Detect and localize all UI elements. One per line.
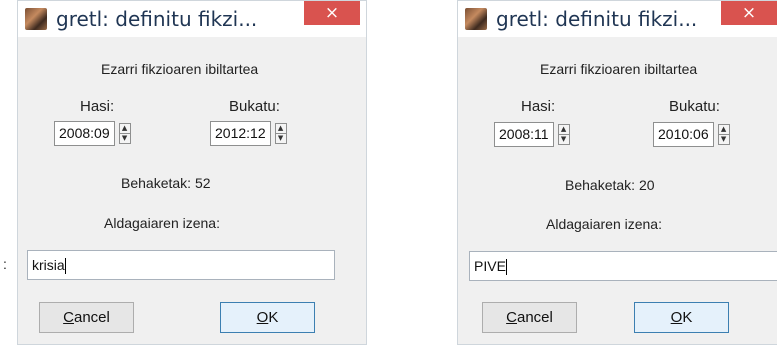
spin-down-icon[interactable]: ▼ <box>558 134 569 144</box>
text-caret <box>505 259 507 276</box>
gretl-app-icon <box>465 8 487 30</box>
spin-up-icon[interactable]: ▲ <box>559 125 569 134</box>
gretl-app-icon <box>25 8 47 30</box>
variable-name-value: PIVE <box>474 258 506 274</box>
end-label: Bukatu: <box>669 98 720 115</box>
cancel-label: ancel <box>516 309 553 326</box>
dialog-heading: Ezarri fikzioaren ibiltartea <box>101 61 259 77</box>
spin-up-icon[interactable]: ▲ <box>719 125 729 134</box>
title-bar: gretl: definitu fikzi... × <box>18 1 366 37</box>
end-spinner[interactable]: 2010:06 ▲ ▼ <box>653 122 730 147</box>
spin-down-icon[interactable]: ▼ <box>119 133 130 143</box>
title-bar: gretl: definitu fikzi... × <box>458 1 777 37</box>
cancel-label: ancel <box>73 309 110 326</box>
ok-label: K <box>682 309 693 326</box>
ok-accelerator: O <box>256 309 269 326</box>
close-button[interactable]: × <box>721 1 777 25</box>
variable-name-input[interactable]: krisia <box>27 250 335 280</box>
start-spinner[interactable]: 2008:09 ▲ ▼ <box>54 121 131 146</box>
observations-count: Behaketak: 52 <box>121 175 211 191</box>
spin-down-icon[interactable]: ▼ <box>275 133 286 143</box>
close-button[interactable]: × <box>304 1 360 25</box>
start-date-field[interactable]: 2008:11 <box>494 122 554 147</box>
cancel-accelerator: C <box>506 309 517 326</box>
stray-colon: : <box>3 256 7 272</box>
spin-up-icon[interactable]: ▲ <box>120 124 130 133</box>
dialog-heading: Ezarri fikzioaren ibiltartea <box>540 61 698 77</box>
ok-label: K <box>268 309 279 326</box>
sample-range-dialog-left: gretl: definitu fikzi... × Ezarri fikzio… <box>17 0 367 345</box>
spin-down-icon[interactable]: ▼ <box>718 134 729 144</box>
start-spin-buttons[interactable]: ▲ ▼ <box>118 123 131 144</box>
text-caret <box>64 258 66 275</box>
window-title: gretl: definitu fikzi... <box>56 7 258 31</box>
start-spin-buttons[interactable]: ▲ ▼ <box>557 124 570 145</box>
start-date-field[interactable]: 2008:09 <box>54 121 115 146</box>
variable-name-label: Aldagaiaren izena: <box>546 216 662 232</box>
end-date-field[interactable]: 2012:12 <box>210 121 271 146</box>
start-label: Hasi: <box>80 98 115 115</box>
window-title: gretl: definitu fikzi... <box>496 7 698 31</box>
end-spinner[interactable]: 2012:12 ▲ ▼ <box>210 121 287 146</box>
variable-name-value: krisia <box>32 257 65 273</box>
ok-button[interactable]: OK <box>634 302 729 333</box>
variable-name-label: Aldagaiaren izena: <box>104 215 220 231</box>
cancel-button[interactable]: Cancel <box>482 302 577 333</box>
end-spin-buttons[interactable]: ▲ ▼ <box>274 123 287 144</box>
cancel-button[interactable]: Cancel <box>39 302 134 333</box>
cancel-accelerator: C <box>63 309 74 326</box>
end-date-field[interactable]: 2010:06 <box>653 122 714 147</box>
end-spin-buttons[interactable]: ▲ ▼ <box>717 124 730 145</box>
spin-up-icon[interactable]: ▲ <box>276 124 286 133</box>
ok-button[interactable]: OK <box>220 302 315 333</box>
observations-count: Behaketak: 20 <box>565 177 655 193</box>
ok-accelerator: O <box>670 309 683 326</box>
variable-name-input[interactable]: PIVE <box>469 251 777 281</box>
end-label: Bukatu: <box>229 98 280 115</box>
start-label: Hasi: <box>521 98 556 115</box>
sample-range-dialog-right: gretl: definitu fikzi... × Ezarri fikzio… <box>457 0 777 345</box>
start-spinner[interactable]: 2008:11 ▲ ▼ <box>494 122 570 147</box>
